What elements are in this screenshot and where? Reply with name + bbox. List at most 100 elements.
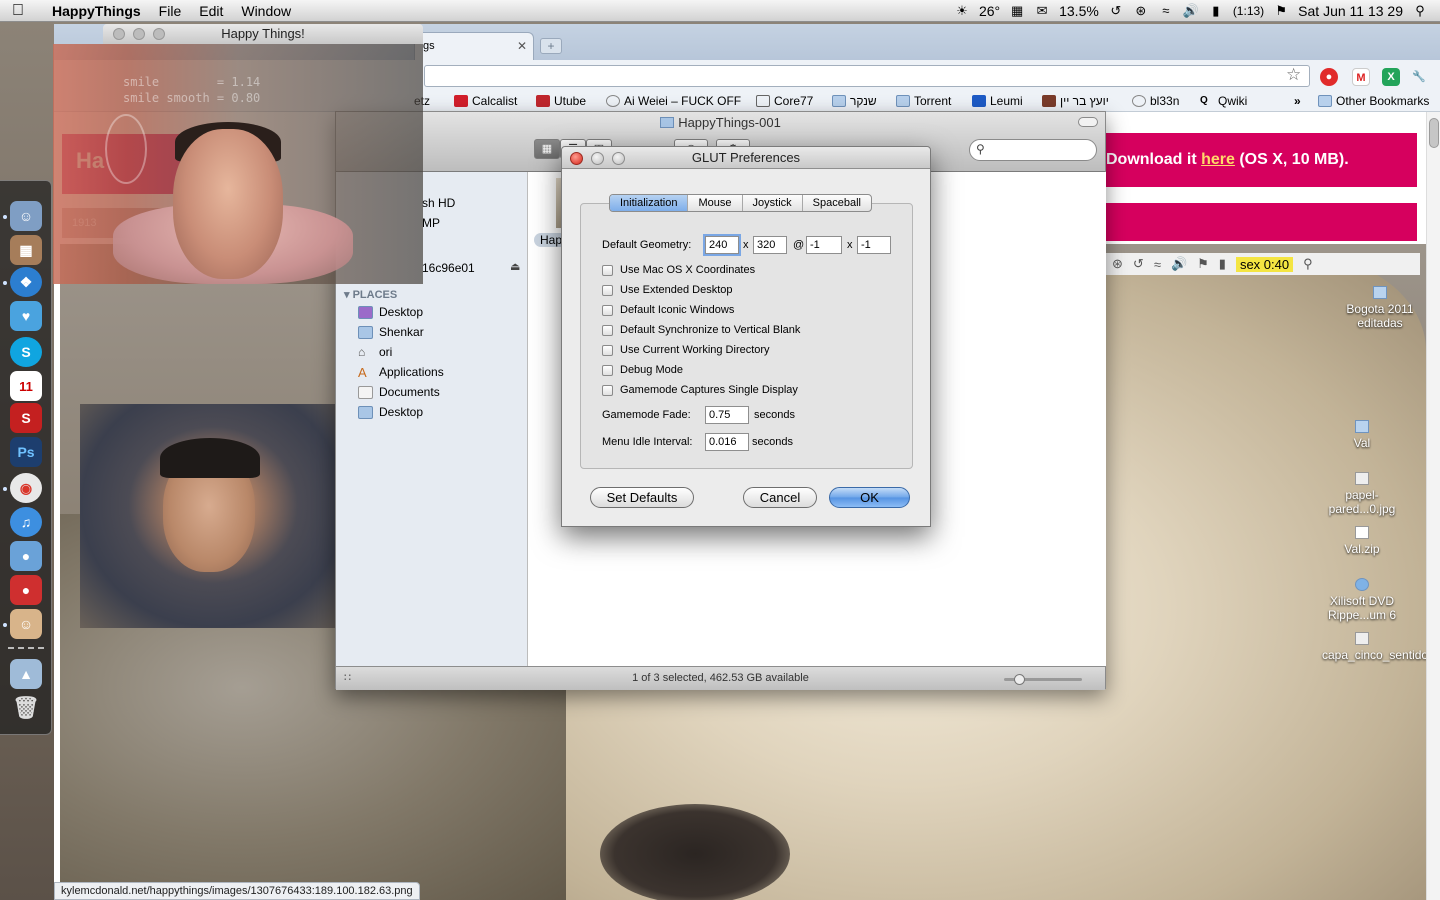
bookmark-item[interactable]: Ai Weiei – FUCK OFF <box>606 94 741 108</box>
ok-button[interactable]: OK <box>829 487 910 508</box>
scrollbar-thumb[interactable] <box>1429 118 1439 148</box>
calendar-icon[interactable]: ▦ <box>1009 4 1025 18</box>
checkbox-gamemode-single-display[interactable]: Gamemode Captures Single Display <box>602 384 798 396</box>
geometry-width-field[interactable]: 240 <box>705 236 739 254</box>
close-icon[interactable] <box>570 152 583 165</box>
spotlight-search-icon[interactable]: ⚲ <box>1412 4 1428 18</box>
menu-edit[interactable]: Edit <box>190 3 232 19</box>
happythings-titlebar[interactable]: Happy Things! <box>103 24 423 44</box>
adblock-extension-icon[interactable]: ● <box>1320 68 1338 86</box>
bookmark-star-icon[interactable]: ☆ <box>1286 65 1301 85</box>
minimize-icon[interactable] <box>591 152 604 165</box>
zoom-icon[interactable] <box>612 152 625 165</box>
page-scrollbar[interactable] <box>1426 112 1440 900</box>
tab-joystick[interactable]: Joystick <box>743 195 803 211</box>
twitter-dock-icon[interactable]: ♥ <box>10 301 42 331</box>
device-item[interactable]: sh HD <box>422 196 455 210</box>
checkbox-working-directory[interactable]: Use Current Working Directory <box>602 344 770 356</box>
menu-window[interactable]: Window <box>232 3 300 19</box>
clock[interactable]: Sat Jun 11 13 29 <box>1298 3 1403 19</box>
geometry-y-field[interactable]: -1 <box>857 236 891 254</box>
apple-menu-icon[interactable]:  <box>0 2 36 20</box>
set-defaults-button[interactable]: Set Defaults <box>590 487 694 508</box>
tab-close-icon[interactable]: ✕ <box>517 39 527 53</box>
browser-tab[interactable]: gs ✕ <box>414 32 534 60</box>
mail-icon[interactable]: ✉ <box>1034 4 1050 18</box>
bookmark-item[interactable]: Core77 <box>756 94 813 108</box>
bookmark-folder[interactable]: שנקר <box>832 94 877 108</box>
sidebar-item-desktop-2[interactable]: Desktop <box>358 405 423 419</box>
sidebar-item-home[interactable]: ⌂ ori <box>358 345 392 359</box>
geometry-height-field[interactable]: 320 <box>753 236 787 254</box>
preview-dock-icon[interactable]: ▦ <box>10 235 42 265</box>
menu-file[interactable]: File <box>150 3 191 19</box>
bookmark-item[interactable]: יועץ בר יין <box>1042 94 1109 108</box>
weather-icon[interactable]: ☀ <box>954 4 970 18</box>
wrench-menu-icon[interactable]: 🔧 <box>1410 68 1428 86</box>
battery-icon[interactable]: ▮ <box>1208 4 1224 18</box>
input-flag-icon[interactable]: ⚑ <box>1273 4 1289 18</box>
weather-temp[interactable]: 26° <box>979 3 1000 19</box>
sidebar-item-desktop[interactable]: Desktop <box>358 305 423 319</box>
slider-knob[interactable] <box>1014 674 1025 685</box>
icon-view-button[interactable]: ▦ <box>534 139 560 159</box>
volume-icon[interactable]: 🔊 <box>1183 4 1199 18</box>
safari-dock-icon[interactable]: ❖ <box>10 267 42 297</box>
finder-dock-icon[interactable]: ☺ <box>10 201 42 231</box>
trash-dock-icon[interactable]: 🗑 <box>10 693 42 723</box>
other-bookmarks-folder[interactable]: Other Bookmarks <box>1318 94 1429 108</box>
bookmarks-overflow-button[interactable]: » <box>1294 94 1301 108</box>
device-item[interactable]: MP <box>422 216 440 230</box>
resize-sidebar-icon[interactable]: ∷ <box>344 667 351 689</box>
sbx-dock-icon[interactable]: S <box>10 403 42 433</box>
toolbar-toggle-button[interactable] <box>1078 117 1098 127</box>
bookmark-item[interactable]: Calcalist <box>454 94 517 108</box>
checkbox-iconic-windows[interactable]: Default Iconic Windows <box>602 304 734 316</box>
angry-birds-dock-icon[interactable]: ● <box>10 541 42 571</box>
applications-stack-dock-icon[interactable]: ▲ <box>10 659 42 689</box>
bookmark-folder[interactable]: Torrent <box>896 94 951 108</box>
cancel-button[interactable]: Cancel <box>743 487 817 508</box>
icon-size-slider[interactable] <box>1004 674 1082 685</box>
tab-initialization[interactable]: Initialization <box>610 195 689 211</box>
cat-app-dock-icon[interactable]: ☺ <box>10 609 42 639</box>
bookmark-item[interactable]: Q Qwiki <box>1200 94 1247 108</box>
tab-spaceball[interactable]: Spaceball <box>803 195 871 211</box>
bookmark-item[interactable]: Utube <box>536 94 586 108</box>
sidebar-item-applications[interactable]: A Applications <box>358 365 444 379</box>
time-machine-icon[interactable]: ↺ <box>1108 4 1124 18</box>
battery-time[interactable]: (1:13) <box>1233 4 1264 18</box>
calendar-dock-icon[interactable]: 11 <box>10 371 42 401</box>
bluetooth-icon[interactable]: ⊛ <box>1133 4 1149 18</box>
menu-app-name[interactable]: HappyThings <box>36 3 150 19</box>
device-item[interactable]: 16c96e01 <box>422 261 475 275</box>
finder-search-field[interactable]: ⚲ <box>969 139 1097 161</box>
checkbox-mac-coordinates[interactable]: Use Mac OS X Coordinates <box>602 264 755 276</box>
zoom-button-icon[interactable] <box>153 28 165 40</box>
eject-icon[interactable]: ⏏ <box>510 260 520 273</box>
wifi-icon[interactable]: ≈ <box>1158 4 1174 18</box>
itunes-dock-icon[interactable]: ♫ <box>10 507 42 537</box>
bookmark-item[interactable]: bl33n <box>1132 94 1179 108</box>
green-extension-icon[interactable]: X <box>1382 68 1400 86</box>
tab-mouse[interactable]: Mouse <box>688 195 743 211</box>
gmail-extension-icon[interactable]: M <box>1352 68 1370 86</box>
bookmark-item[interactable]: Leumi <box>972 94 1023 108</box>
sidebar-item-documents[interactable]: Documents <box>358 385 440 399</box>
checkbox-vertical-blank[interactable]: Default Synchronize to Vertical Blank <box>602 324 800 336</box>
chrome-dock-icon[interactable]: ◉ <box>10 473 42 503</box>
photoshop-dock-icon[interactable]: Ps <box>10 437 42 467</box>
angry-birds-rio-dock-icon[interactable]: ● <box>10 575 42 605</box>
gamemode-fade-field[interactable]: 0.75 <box>705 406 749 424</box>
menu-idle-field[interactable]: 0.016 <box>705 433 749 451</box>
close-button-icon[interactable] <box>113 28 125 40</box>
checkbox-debug-mode[interactable]: Debug Mode <box>602 364 683 376</box>
geometry-x-field[interactable]: -1 <box>806 236 842 254</box>
checkbox-extended-desktop[interactable]: Use Extended Desktop <box>602 284 733 296</box>
address-bar[interactable] <box>424 65 1310 87</box>
skype-dock-icon[interactable]: S <box>10 337 42 367</box>
download-link[interactable]: here <box>1201 151 1235 168</box>
sidebar-item-shenkar[interactable]: Shenkar <box>358 325 424 339</box>
new-tab-button[interactable]: + <box>540 38 562 54</box>
minimize-button-icon[interactable] <box>133 28 145 40</box>
